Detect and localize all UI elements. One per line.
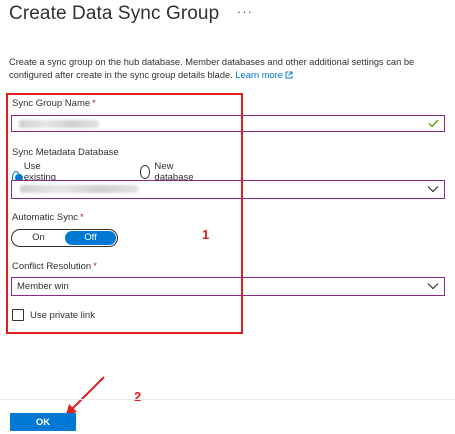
- annotation-arrow: [66, 376, 105, 415]
- learn-more-link[interactable]: Learn more: [235, 70, 293, 80]
- chevron-down-icon: [427, 283, 439, 290]
- footer-divider: [0, 399, 455, 400]
- learn-more-label: Learn more: [235, 70, 283, 80]
- page-title: Create Data Sync Group: [9, 3, 220, 24]
- description: Create a sync group on the hub database.…: [9, 56, 449, 82]
- chevron-down-icon: [427, 186, 439, 193]
- checkmark-icon: [428, 119, 439, 128]
- external-link-icon: [285, 71, 293, 79]
- ok-button[interactable]: OK: [10, 413, 76, 431]
- annotation-highlight-box: [6, 93, 243, 334]
- more-options-icon[interactable]: ···: [237, 4, 253, 19]
- description-text: Create a sync group on the hub database.…: [9, 57, 415, 80]
- annotation-number-2: 2: [134, 389, 142, 404]
- annotation-number-1: 1: [202, 227, 210, 242]
